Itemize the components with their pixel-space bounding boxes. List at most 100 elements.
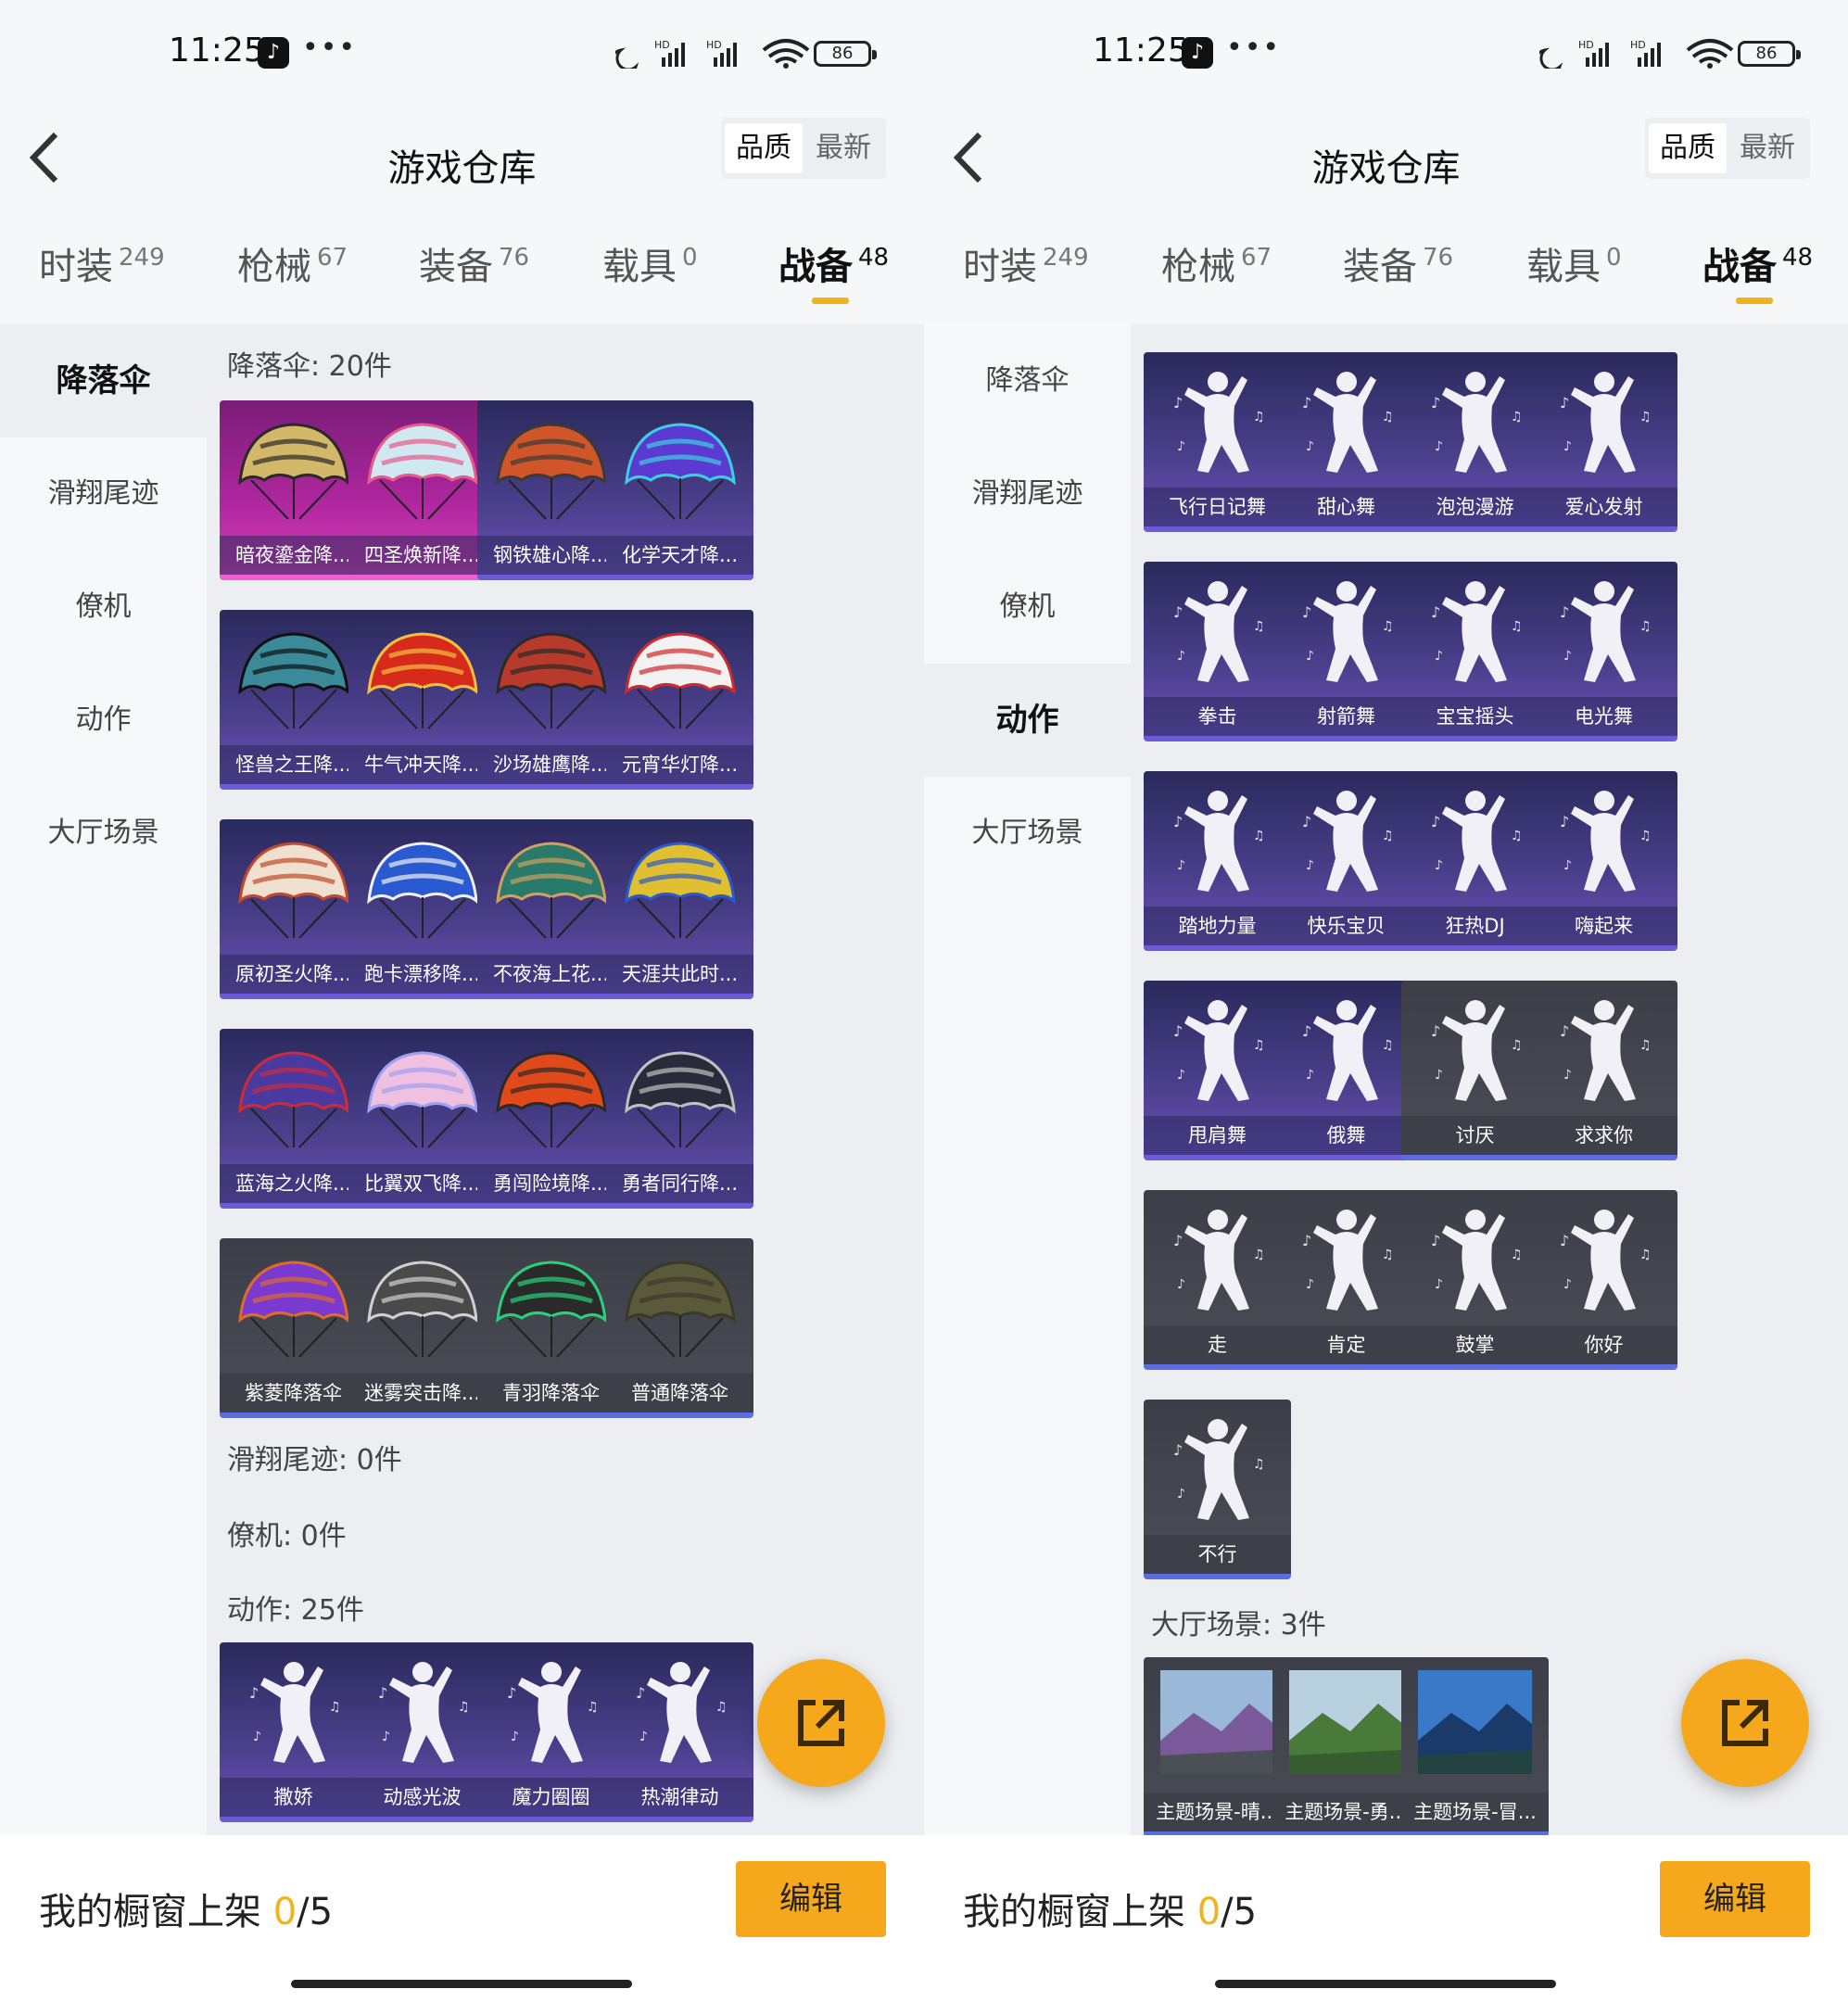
svg-text:♪: ♪ <box>1302 1022 1311 1040</box>
sidebar-item[interactable]: 大厅场景 <box>0 777 207 890</box>
item-card[interactable]: ♪ ♫ ♪ 撒娇 <box>220 1642 367 1822</box>
svg-text:♪: ♪ <box>1431 394 1440 412</box>
item-card[interactable]: ♪ ♫ ♪ 求求你 <box>1530 981 1677 1160</box>
item-card[interactable]: ♪ ♫ ♪ 甜心舞 <box>1272 352 1420 532</box>
item-card[interactable]: ♪ ♫ ♪ 俄舞 <box>1272 981 1420 1160</box>
sidebar-item[interactable]: 降落伞 <box>0 324 207 437</box>
sort-newest-button[interactable]: 最新 <box>804 123 882 173</box>
sidebar-item[interactable]: 滑翔尾迹 <box>0 437 207 551</box>
item-card[interactable]: 紫菱降落伞 <box>220 1238 367 1418</box>
edit-button[interactable]: 编辑 <box>1660 1861 1810 1937</box>
item-card[interactable]: 主题场景-冒... <box>1401 1657 1549 1835</box>
item-card[interactable]: ♪ ♫ ♪ 泡泡漫游 <box>1401 352 1549 532</box>
item-card[interactable]: 勇闯险境降... <box>477 1029 625 1209</box>
dancer-silhouette-icon: ♪ ♫ ♪ <box>636 1662 728 1763</box>
item-card[interactable]: 钢铁雄心降... <box>477 400 625 580</box>
item-card[interactable]: ♪ ♫ ♪ 热潮律动 <box>606 1642 753 1822</box>
item-card[interactable]: 比翼双飞降... <box>348 1029 496 1209</box>
tab-2[interactable]: 装备 76 <box>419 236 529 290</box>
item-card[interactable]: ♪ ♫ ♪ 电光舞 <box>1530 562 1677 741</box>
tab-2[interactable]: 装备 76 <box>1343 236 1453 290</box>
item-card[interactable]: 主题场景-晴... <box>1144 1657 1291 1835</box>
item-card[interactable]: 主题场景-勇... <box>1272 1657 1420 1835</box>
tab-1[interactable]: 枪械 67 <box>237 236 348 290</box>
item-card[interactable]: ♪ ♫ ♪ 肯定 <box>1272 1190 1420 1370</box>
item-card[interactable]: ♪ ♫ ♪ 嗨起来 <box>1530 771 1677 951</box>
tab-4[interactable]: 战备 48 <box>778 236 889 290</box>
item-card[interactable]: 怪兽之王降... <box>220 610 367 790</box>
parachute-icon <box>496 842 607 939</box>
item-card[interactable]: ♪ ♫ ♪ 宝宝摇头 <box>1401 562 1549 741</box>
item-card[interactable]: ♪ ♫ ♪ 飞行日记舞 <box>1144 352 1291 532</box>
tab-0[interactable]: 时装 249 <box>963 236 1089 290</box>
sort-newest-button[interactable]: 最新 <box>1728 123 1806 173</box>
item-card[interactable]: 迷雾突击降... <box>348 1238 496 1418</box>
tab-4[interactable]: 战备 48 <box>1702 236 1813 290</box>
item-label: 拳击 <box>1144 697 1291 736</box>
svg-text:♪: ♪ <box>507 1684 516 1702</box>
sidebar-item[interactable]: 大厅场景 <box>924 777 1131 890</box>
item-label: 爱心发射 <box>1530 488 1677 526</box>
tab-3[interactable]: 载具 0 <box>602 236 698 290</box>
item-card[interactable]: 牛气冲天降... <box>348 610 496 790</box>
item-card[interactable]: ♪ ♫ ♪ 动感光波 <box>348 1642 496 1822</box>
item-card[interactable]: 蓝海之火降... <box>220 1029 367 1209</box>
sidebar-item[interactable]: 滑翔尾迹 <box>924 437 1131 551</box>
item-card[interactable]: ♪ ♫ ♪ 走 <box>1144 1190 1291 1370</box>
item-card[interactable]: ♪ ♫ ♪ 讨厌 <box>1401 981 1549 1160</box>
item-card[interactable]: ♪ ♫ ♪ 快乐宝贝 <box>1272 771 1420 951</box>
item-card[interactable]: ♪ ♫ ♪ 射箭舞 <box>1272 562 1420 741</box>
sort-quality-button[interactable]: 品质 <box>1649 123 1727 173</box>
item-card[interactable]: 暗夜鎏金降... <box>220 400 367 580</box>
item-card[interactable]: 四圣焕新降... <box>348 400 496 580</box>
svg-text:♪: ♪ <box>1177 1068 1185 1083</box>
sidebar-item[interactable]: 动作 <box>924 664 1131 777</box>
item-card[interactable]: ♪ ♫ ♪ 拳击 <box>1144 562 1291 741</box>
item-card[interactable]: 勇者同行降... <box>606 1029 753 1209</box>
tab-1[interactable]: 枪械 67 <box>1161 236 1272 290</box>
dancer-silhouette-icon: ♪ ♫ ♪ <box>1560 1210 1652 1311</box>
item-card[interactable]: 跑卡漂移降... <box>348 819 496 999</box>
item-card[interactable]: 化学天才降... <box>606 400 753 580</box>
share-float-button[interactable] <box>757 1659 885 1787</box>
item-card[interactable]: ♪ ♫ ♪ 狂热DJ <box>1401 771 1549 951</box>
item-card[interactable]: 沙场雄鹰降... <box>477 610 625 790</box>
item-card[interactable]: 天涯共此时... <box>606 819 753 999</box>
sort-toggle[interactable]: 品质 最新 <box>1645 118 1810 179</box>
sort-quality-button[interactable]: 品质 <box>725 123 803 173</box>
share-float-button[interactable] <box>1681 1659 1809 1787</box>
edit-button[interactable]: 编辑 <box>736 1861 886 1937</box>
item-card[interactable]: ♪ ♫ ♪ 魔力圈圈 <box>477 1642 625 1822</box>
sidebar-item[interactable]: 动作 <box>0 664 207 777</box>
showcase-total: /5 <box>1221 1891 1258 1933</box>
item-card[interactable]: 不夜海上花... <box>477 819 625 999</box>
item-card[interactable]: 青羽降落伞 <box>477 1238 625 1418</box>
sort-toggle[interactable]: 品质 最新 <box>721 118 886 179</box>
dancer-silhouette-icon: ♪ ♫ ♪ <box>1431 791 1523 892</box>
svg-text:♪: ♪ <box>1177 649 1185 664</box>
item-label: 天涯共此时... <box>606 955 753 994</box>
item-label: 嗨起来 <box>1530 906 1677 945</box>
active-tab-underline <box>812 298 849 304</box>
item-card[interactable]: 元宵华灯降... <box>606 610 753 790</box>
item-card[interactable]: ♪ ♫ ♪ 你好 <box>1530 1190 1677 1370</box>
sidebar-item[interactable]: 僚机 <box>924 551 1131 664</box>
dancer-silhouette-icon: ♪ ♫ ♪ <box>1173 791 1265 892</box>
item-label: 主题场景-勇... <box>1272 1793 1420 1831</box>
item-card[interactable]: ♪ ♫ ♪ 爱心发射 <box>1530 352 1677 532</box>
dancer-silhouette-icon: ♪ ♫ ♪ <box>1560 581 1652 682</box>
tab-3[interactable]: 载具 0 <box>1526 236 1622 290</box>
tab-label: 战备 <box>1702 246 1777 288</box>
sidebar-item[interactable]: 降落伞 <box>924 324 1131 437</box>
item-card[interactable]: 原初圣火降... <box>220 819 367 999</box>
tab-0[interactable]: 时装 249 <box>39 236 165 290</box>
item-card[interactable]: ♪ ♫ ♪ 不行 <box>1144 1400 1291 1579</box>
sidebar-item[interactable]: 僚机 <box>0 551 207 664</box>
item-card[interactable]: ♪ ♫ ♪ 踏地力量 <box>1144 771 1291 951</box>
dancer-silhouette-icon: ♪ ♫ ♪ <box>507 1662 599 1763</box>
item-card[interactable]: ♪ ♫ ♪ 鼓掌 <box>1401 1190 1549 1370</box>
item-label: 飞行日记舞 <box>1144 488 1291 526</box>
item-card[interactable]: 普通降落伞 <box>606 1238 753 1418</box>
item-card[interactable]: ♪ ♫ ♪ 甩肩舞 <box>1144 981 1291 1160</box>
svg-text:♫: ♫ <box>1382 829 1394 843</box>
